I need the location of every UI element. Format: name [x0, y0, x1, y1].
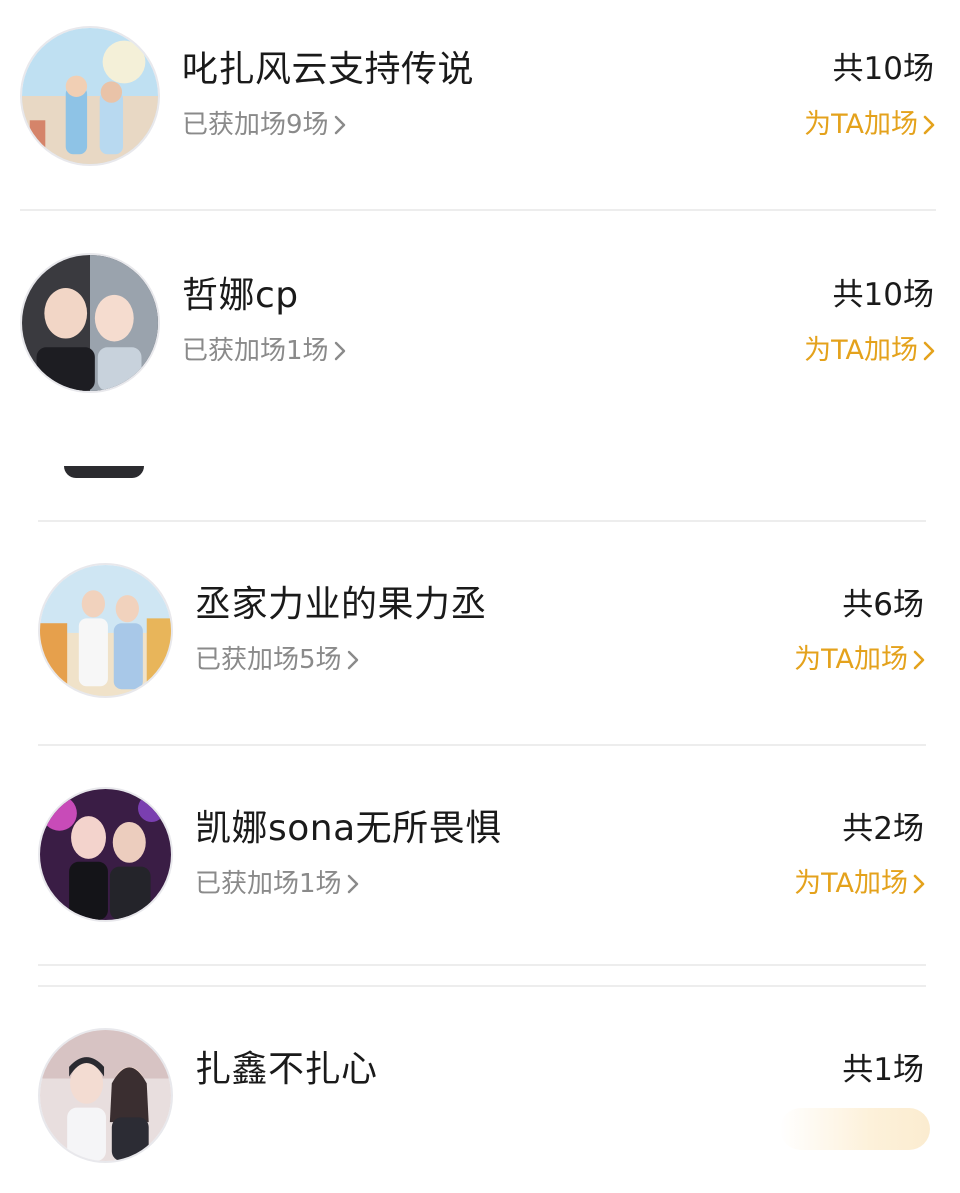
- divider: [38, 985, 926, 987]
- support-label: 为TA加场: [794, 644, 908, 675]
- chevron-right-icon: [347, 874, 358, 894]
- avatar-fragment: [64, 466, 144, 478]
- group-name: 哲娜cp: [182, 275, 299, 316]
- support-button[interactable]: 为TA加场: [804, 111, 936, 138]
- chevron-right-icon: [923, 115, 935, 134]
- support-label: 为TA加场: [794, 868, 908, 899]
- avatar-image: [22, 255, 158, 391]
- group-name: 扎鑫不扎心: [195, 1049, 378, 1090]
- divider: [38, 744, 926, 746]
- divider: [38, 964, 926, 966]
- chevron-right-icon: [334, 341, 345, 361]
- support-button[interactable]: 为TA加场: [794, 646, 926, 673]
- avatar[interactable]: [38, 1028, 173, 1163]
- group-name: 凯娜sona无所畏惧: [195, 808, 502, 849]
- avatar[interactable]: [20, 253, 160, 393]
- support-button[interactable]: 为TA加场: [794, 870, 926, 897]
- avatar-image: [40, 789, 171, 920]
- total-sessions: 共10场: [832, 277, 934, 313]
- avatar-image: [40, 1030, 171, 1161]
- group-name: 叱扎风云支持传说: [182, 49, 475, 90]
- divider: [38, 520, 926, 522]
- total-sessions: 共10场: [832, 51, 934, 87]
- support-button-faded[interactable]: [780, 1108, 930, 1150]
- total-sessions: 共6场: [842, 587, 924, 623]
- earned-link[interactable]: 已获加场9场: [182, 112, 347, 138]
- earned-label: 已获加场1场: [195, 869, 342, 899]
- total-sessions: 共1场: [842, 1052, 924, 1088]
- avatar[interactable]: [20, 26, 160, 166]
- avatar-image: [40, 565, 171, 696]
- total-sessions: 共2场: [842, 811, 924, 847]
- chevron-right-icon: [923, 341, 935, 360]
- support-label: 为TA加场: [804, 109, 918, 140]
- earned-link[interactable]: 已获加场1场: [182, 338, 347, 364]
- chevron-right-icon: [913, 650, 925, 669]
- chevron-right-icon: [347, 650, 358, 670]
- earned-link[interactable]: 已获加场1场: [195, 871, 360, 897]
- support-label: 为TA加场: [804, 335, 918, 366]
- chevron-right-icon: [913, 874, 925, 893]
- earned-label: 已获加场9场: [182, 110, 329, 140]
- group-name: 丞家力业的果力丞: [195, 584, 488, 625]
- support-button[interactable]: 为TA加场: [804, 337, 936, 364]
- avatar[interactable]: [38, 787, 173, 922]
- chevron-right-icon: [334, 115, 345, 135]
- avatar-image: [22, 28, 158, 164]
- earned-link[interactable]: 已获加场5场: [195, 647, 360, 673]
- divider: [20, 209, 936, 211]
- earned-label: 已获加场5场: [195, 645, 342, 675]
- earned-label: 已获加场1场: [182, 336, 329, 366]
- avatar[interactable]: [38, 563, 173, 698]
